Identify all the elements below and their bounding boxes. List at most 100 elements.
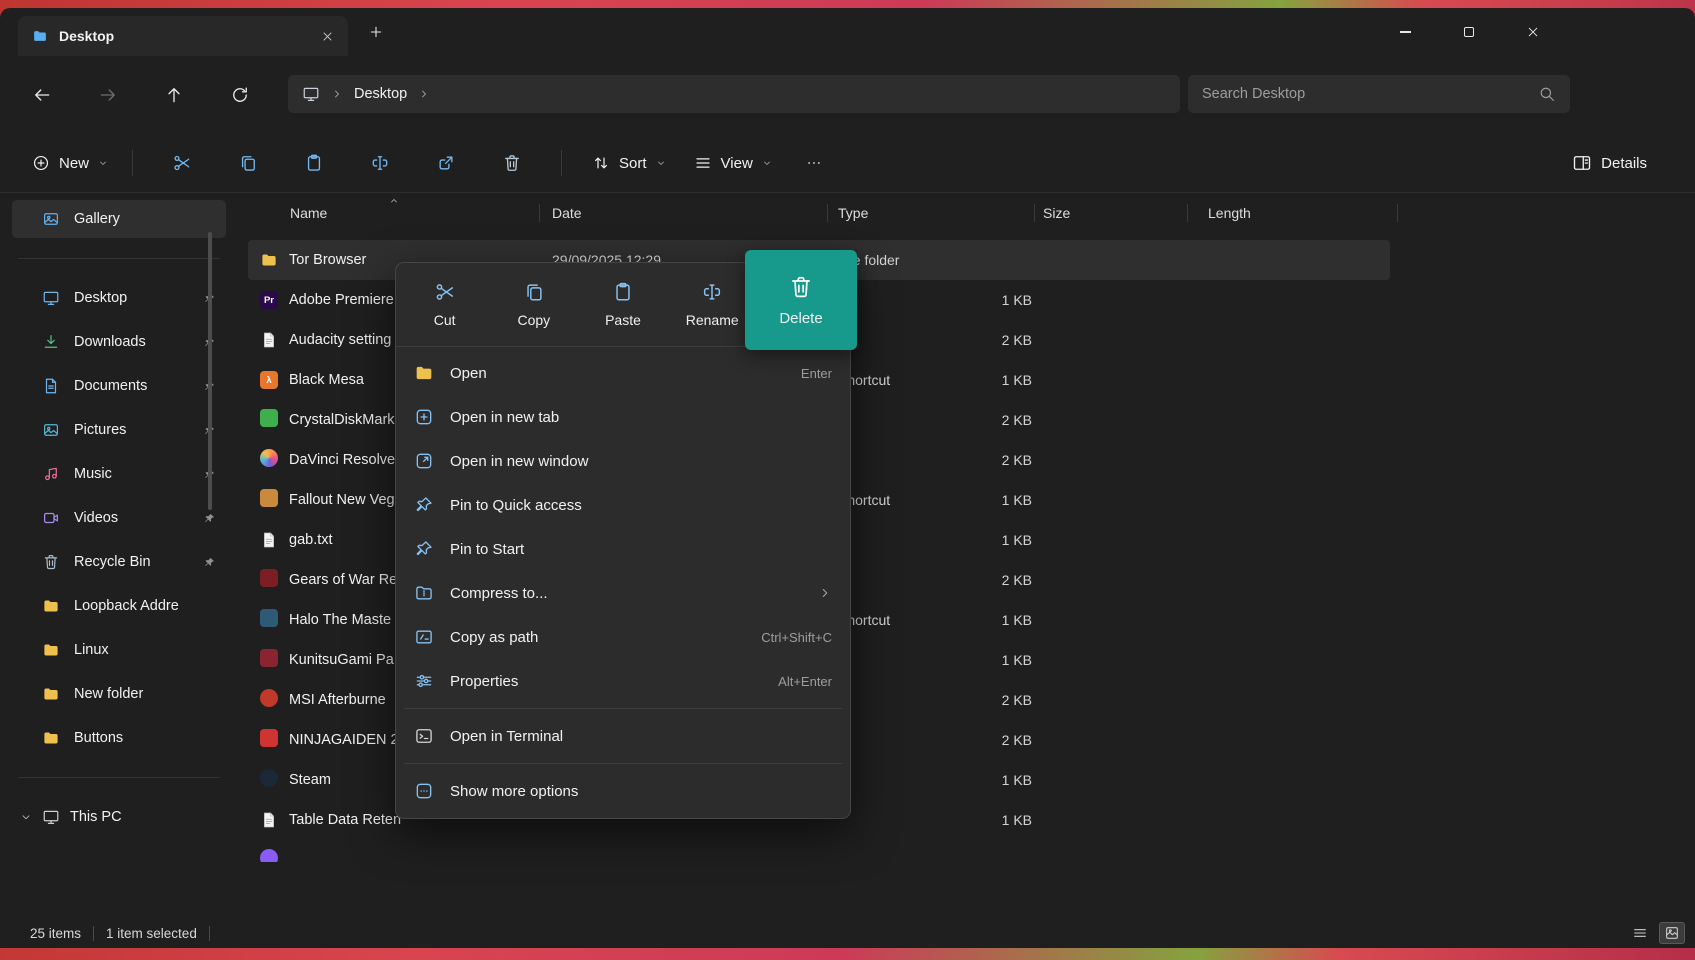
toolbar: New Sort View Details: [0, 134, 1695, 193]
file-name: Fallout New Veg: [289, 492, 395, 508]
folder-icon: [42, 597, 60, 615]
share-button[interactable]: [426, 144, 466, 182]
back-button[interactable]: [32, 85, 52, 105]
refresh-button[interactable]: [230, 85, 250, 105]
circle-file-icon: [260, 769, 278, 791]
breadcrumb[interactable]: Desktop: [288, 75, 1180, 113]
menu-separator: [404, 763, 842, 764]
sidebar-item-this-pc[interactable]: This PC: [12, 798, 226, 836]
sidebar-item-new-folder[interactable]: New folder: [12, 675, 226, 713]
new-tab-button[interactable]: [368, 24, 384, 40]
column-header-date[interactable]: Date: [540, 194, 828, 232]
paste-button[interactable]: [294, 144, 334, 182]
menu-item-open-in-terminal[interactable]: Open in Terminal: [396, 714, 850, 758]
tab-desktop[interactable]: Desktop: [18, 16, 348, 56]
sidebar-item-documents[interactable]: Documents: [12, 367, 226, 405]
file-size: 2 KB: [960, 732, 1032, 748]
column-header-type[interactable]: Type: [828, 194, 1035, 232]
column-header-label: Size: [1035, 205, 1070, 221]
sidebar-scrollbar[interactable]: [208, 232, 212, 510]
quick-action-rename[interactable]: Rename: [668, 263, 757, 346]
file-size: 1 KB: [960, 652, 1032, 668]
sidebar-item-recycle-bin[interactable]: Recycle Bin: [12, 543, 226, 581]
sidebar-item-videos[interactable]: Videos: [12, 499, 226, 537]
delete-button[interactable]: [492, 144, 532, 182]
doc-file-icon: [260, 531, 278, 549]
minimize-button[interactable]: [1373, 8, 1437, 56]
sidebar-item-linux[interactable]: Linux: [12, 631, 226, 669]
new-button-label: New: [59, 155, 89, 172]
sidebar-item-gallery[interactable]: Gallery: [12, 200, 226, 238]
details-pane-button[interactable]: Details: [1572, 153, 1647, 173]
cut-icon: [434, 281, 456, 303]
sidebar-item-label: New folder: [74, 686, 143, 702]
selection-count: 1 item selected: [106, 926, 197, 941]
menu-item-copy-as-path[interactable]: Copy as pathCtrl+Shift+C: [396, 615, 850, 659]
details-view-button[interactable]: [1627, 922, 1653, 944]
thumbnail-view-button[interactable]: [1659, 922, 1685, 944]
menu-item-pin-to-start[interactable]: Pin to Start: [396, 527, 850, 571]
maximize-button[interactable]: [1437, 8, 1501, 56]
sort-button[interactable]: Sort: [592, 144, 666, 182]
column-header-length[interactable]: Length: [1188, 194, 1398, 232]
app-file-icon: [260, 609, 278, 631]
close-button[interactable]: [1501, 8, 1565, 56]
menu-item-pin-to-quick-access[interactable]: Pin to Quick access: [396, 483, 850, 527]
file-name: NINJAGAIDEN 2: [289, 732, 399, 748]
sidebar-item-label: Pictures: [74, 422, 126, 438]
circle-file-icon: [260, 449, 278, 471]
menu-item-open[interactable]: OpenEnter: [396, 351, 850, 395]
sidebar-item-buttons[interactable]: Buttons: [12, 719, 226, 757]
app-file-icon: [260, 649, 278, 671]
sidebar-item-loopback-addre[interactable]: Loopback Addre: [12, 587, 226, 625]
file-row[interactable]: [248, 840, 1695, 862]
menu-item-compress-to[interactable]: Compress to...: [396, 571, 850, 615]
circle-file-icon: [260, 689, 278, 711]
up-button[interactable]: [164, 85, 184, 105]
view-button[interactable]: View: [694, 144, 772, 182]
pin-icon: [414, 539, 434, 559]
chevron-down-icon: [656, 158, 666, 168]
sidebar-item-label: Downloads: [74, 334, 146, 350]
quick-action-paste[interactable]: Paste: [578, 263, 667, 346]
menu-item-open-in-new-window[interactable]: Open in new window: [396, 439, 850, 483]
rename-button[interactable]: [360, 144, 400, 182]
statusbar: 25 items 1 item selected: [0, 918, 1695, 948]
circle-file-icon: [260, 849, 278, 862]
forward-button[interactable]: [98, 85, 118, 105]
file-name: gab.txt: [289, 532, 333, 548]
more-options-button[interactable]: [794, 144, 834, 182]
file-name: Steam: [289, 772, 331, 788]
sidebar-item-music[interactable]: Music: [12, 455, 226, 493]
sidebar-item-pictures[interactable]: Pictures: [12, 411, 226, 449]
doc-file-icon: [260, 811, 278, 829]
file-size: 2 KB: [960, 572, 1032, 588]
breadcrumb-item-desktop[interactable]: Desktop: [354, 86, 407, 102]
quick-action-delete[interactable]: Delete: [745, 250, 857, 350]
quick-actions-row: CutCopyPasteRenameDelete: [396, 263, 850, 347]
sort-ascending-icon: [389, 196, 399, 206]
new-window-icon: [414, 451, 434, 471]
tab-close-icon[interactable]: [321, 30, 334, 43]
quick-action-cut[interactable]: Cut: [400, 263, 489, 346]
sidebar-item-label: Videos: [74, 510, 118, 526]
file-name: CrystalDiskMark: [289, 412, 395, 428]
menu-item-properties[interactable]: PropertiesAlt+Enter: [396, 659, 850, 703]
quick-action-copy[interactable]: Copy: [489, 263, 578, 346]
menu-item-open-in-new-tab[interactable]: Open in new tab: [396, 395, 850, 439]
sidebar-item-desktop[interactable]: Desktop: [12, 279, 226, 317]
column-header-label: Date: [540, 205, 582, 221]
thumbnail-view-icon: [1664, 925, 1680, 941]
copy-button[interactable]: [228, 144, 268, 182]
cut-button[interactable]: [162, 144, 202, 182]
sidebar-item-downloads[interactable]: Downloads: [12, 323, 226, 361]
new-button[interactable]: New: [24, 144, 116, 182]
pictures-icon: [42, 421, 60, 439]
paste-icon: [304, 153, 324, 173]
search-input[interactable]: [1202, 86, 1530, 102]
menu-item-show-more-options[interactable]: Show more options: [396, 769, 850, 813]
search-box[interactable]: [1188, 75, 1570, 113]
column-header-name[interactable]: Name: [248, 194, 540, 232]
column-header-size[interactable]: Size: [1035, 194, 1188, 232]
sort-icon: [592, 154, 610, 172]
